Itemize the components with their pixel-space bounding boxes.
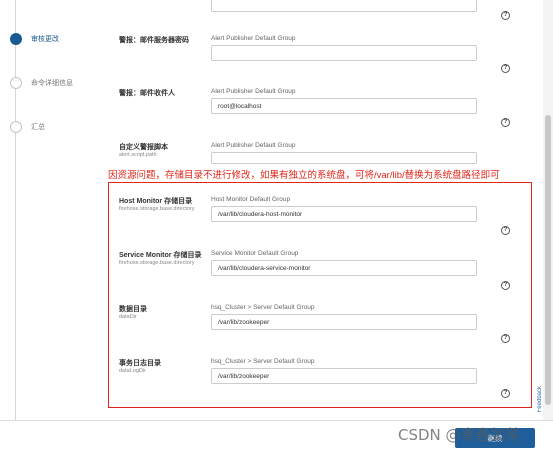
data-log-dir-group: hsq_Cluster > Server Default Group xyxy=(211,358,315,365)
host-monitor-sublabel: firehose.storage.base.directory xyxy=(119,206,195,212)
custom-script-label: 自定义警报脚本 xyxy=(119,144,168,151)
help-icon[interactable]: ? xyxy=(501,334,510,343)
email-server-label: 警报：邮件服务器密码 xyxy=(119,37,189,44)
step-review-changes[interactable]: 审核更改 xyxy=(10,32,59,46)
step-command-details[interactable]: 命令详细信息 xyxy=(10,76,73,90)
email-recipient-label: 警报：邮件收件人 xyxy=(119,90,175,97)
wizard-stepper: 审核更改 命令详细信息 汇总 xyxy=(0,0,100,420)
data-log-dir-label: 事务日志目录 xyxy=(119,360,161,367)
email-server-group: Alert Publisher Default Group xyxy=(211,35,296,42)
help-icon[interactable]: ? xyxy=(501,226,510,235)
top-config-input[interactable] xyxy=(211,0,477,12)
service-monitor-input[interactable] xyxy=(211,260,477,276)
email-recipient-input[interactable] xyxy=(211,98,477,114)
service-monitor-group: Service Monitor Default Group xyxy=(211,250,299,257)
feedback-tab[interactable]: Feedback xyxy=(537,386,543,412)
stepper-line xyxy=(15,0,16,420)
host-monitor-label: Host Monitor 存储目录 xyxy=(119,198,193,205)
custom-script-input[interactable] xyxy=(211,152,477,164)
data-dir-group: hsq_Cluster > Server Default Group xyxy=(211,304,315,311)
data-dir-label: 数据目录 xyxy=(119,306,147,313)
help-icon[interactable]: ? xyxy=(501,281,510,290)
step-label: 汇总 xyxy=(31,124,45,131)
step-label: 审核更改 xyxy=(31,36,59,43)
custom-script-sublabel: alert.script.path xyxy=(119,152,157,158)
annotation-note: 因资源问题，存储目录不进行修改，如果有独立的系统盘，可将/var/lib/替换为… xyxy=(108,170,500,181)
watermark: CSDN @青春如茶 xyxy=(398,426,521,444)
scrollbar-thumb[interactable] xyxy=(545,115,551,405)
email-server-input[interactable] xyxy=(211,45,477,61)
service-monitor-label: Service Monitor 存储目录 xyxy=(119,252,202,259)
custom-script-group: Alert Publisher Default Group xyxy=(211,142,296,149)
step-indicator xyxy=(10,77,22,89)
host-monitor-input[interactable] xyxy=(211,206,477,222)
data-dir-sublabel: dataDir xyxy=(119,314,137,320)
help-icon[interactable]: ? xyxy=(501,118,510,127)
step-label: 命令详细信息 xyxy=(31,80,73,87)
data-log-dir-sublabel: dataLogDir xyxy=(119,368,146,374)
help-icon[interactable]: ? xyxy=(501,389,510,398)
step-summary[interactable]: 汇总 xyxy=(10,120,45,134)
step-indicator xyxy=(10,121,22,133)
help-icon[interactable]: ? xyxy=(501,64,510,73)
email-recipient-group: Alert Publisher Default Group xyxy=(211,88,296,95)
host-monitor-group: Host Monitor Default Group xyxy=(211,196,291,203)
footer-divider xyxy=(0,420,553,421)
data-log-dir-input[interactable] xyxy=(211,368,477,384)
help-icon[interactable]: ? xyxy=(501,11,510,20)
step-indicator-active xyxy=(10,33,22,45)
data-dir-input[interactable] xyxy=(211,314,477,330)
service-monitor-sublabel: firehose.storage.base.directory xyxy=(119,260,195,266)
